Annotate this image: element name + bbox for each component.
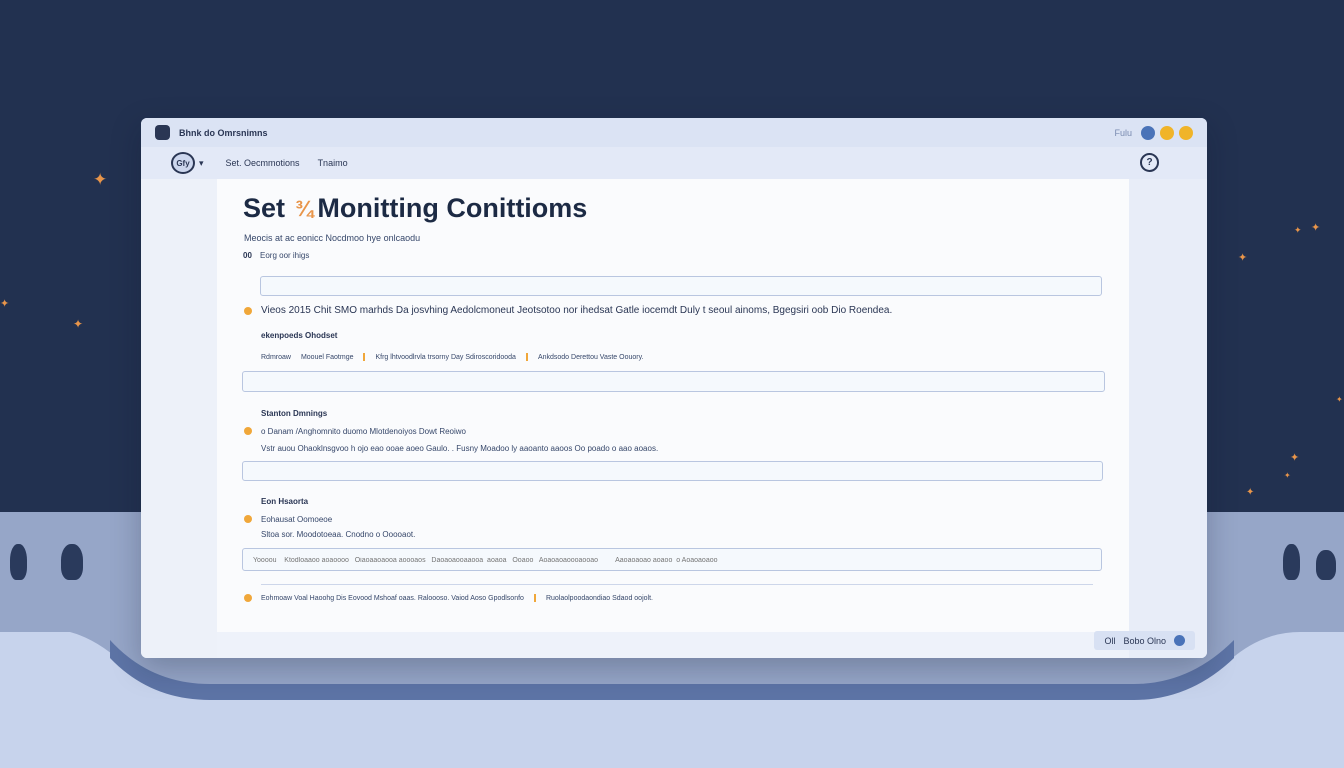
- title-bar: Bhnk do Omrsnimns Fulu: [141, 118, 1207, 147]
- section3-input-field[interactable]: [243, 464, 1102, 483]
- section3-line2: Vstr auou Ohaoklnsgvoo h ojo eao ooae ao…: [261, 444, 659, 453]
- chip-marker: [533, 594, 536, 602]
- app-title: Bhnk do Omrsnimns: [179, 127, 268, 138]
- section1-input[interactable]: [260, 276, 1102, 298]
- section4-input-field[interactable]: [243, 550, 1101, 571]
- sparkle-icon: ✦: [1311, 221, 1321, 234]
- sparkle-icon: ✦: [1336, 395, 1343, 404]
- chip[interactable]: Kfrg lhtvoodlrvla trsorny Day Sdiroscori…: [375, 354, 515, 361]
- section2-bullet: [244, 307, 252, 315]
- section2-description: Vieos 2015 Chit SMO marhds Da josvhing A…: [261, 305, 893, 316]
- toolbar-item[interactable]: Tnaimo: [318, 158, 348, 168]
- section4-input[interactable]: [242, 548, 1102, 571]
- sparkle-icon: ✦: [1246, 487, 1255, 498]
- footer-label: Bobo Olno: [1123, 635, 1166, 646]
- section3-bullet: [244, 427, 252, 435]
- footer-action-button[interactable]: Oll Bobo Olno: [1094, 631, 1195, 650]
- section4-line2: Sltoa sor. Moodotoeaa. Cnodno o Ooooaot.: [261, 530, 416, 539]
- chip[interactable]: Moouel Faotmge: [301, 354, 354, 361]
- section4-bullet: [244, 515, 252, 523]
- app-window: Bhnk do Omrsnimns Fulu Gfy ▾ Set. Oecmmo…: [141, 118, 1207, 658]
- sparkle-icon: ✦: [1238, 251, 1248, 264]
- chip-marker: [525, 353, 528, 361]
- chip[interactable]: Ankdsodo Derettou Vaste Oouory.: [538, 354, 644, 361]
- sparkle-icon: ✦: [93, 170, 108, 190]
- sparkle-icon: ✦: [1294, 226, 1302, 236]
- section3-title: Stanton Dmnings: [261, 409, 328, 418]
- globe-icon: [1174, 635, 1185, 646]
- section3-input[interactable]: [242, 461, 1103, 483]
- window-dot-button[interactable]: [1141, 125, 1155, 140]
- section4-line1: Eohausat Oomoeoe: [261, 515, 333, 524]
- silhouette-figure: [1316, 550, 1336, 580]
- left-rail: [141, 179, 217, 658]
- window-controls: Fulu: [1114, 125, 1193, 140]
- app-icon: [155, 125, 170, 140]
- chip[interactable]: Rdmroaw: [261, 354, 291, 361]
- main-content: Set ¾ Monitting Conittioms Meocis at ac …: [217, 179, 1129, 632]
- sparkle-icon: ✦: [1284, 471, 1291, 480]
- section2-input[interactable]: [242, 371, 1105, 393]
- window-status-text: Fulu: [1114, 127, 1132, 138]
- right-rail: [1129, 179, 1207, 658]
- section5-line: Eohmoaw Voal Haoohg Dis Eovood Mshoaf oa…: [261, 594, 524, 602]
- help-icon[interactable]: ?: [1140, 153, 1159, 172]
- logo-icon[interactable]: Gfy: [171, 152, 195, 174]
- chip-marker: [363, 353, 366, 361]
- sparkle-icon: ✦: [73, 317, 84, 331]
- toolbar-item[interactable]: Set. Oecmmotions: [226, 158, 300, 168]
- page-subtitle: Meocis at ac eonicc Nocdmoo hye onlcaodu: [244, 233, 421, 243]
- section1-input-field[interactable]: [261, 279, 1101, 298]
- page-title: Set ¾ Monitting Conittioms: [243, 193, 588, 223]
- toolbar: Gfy ▾ Set. Oecmmotions Tnaimo ?: [141, 147, 1207, 179]
- section5-row: Eohmoaw Voal Haoohg Dis Eovood Mshoaf oa…: [261, 594, 653, 602]
- section2-input-field[interactable]: [243, 374, 1104, 393]
- section2-chip-row: Rdmroaw Moouel Faotmge Kfrg lhtvoodlrvla…: [261, 353, 644, 361]
- sparkle-icon: ✦: [1290, 451, 1300, 464]
- silhouette-figure: [1283, 544, 1300, 580]
- title-glyph-icon: ¾: [295, 195, 314, 221]
- section5-chip[interactable]: Ruolaolpoodaondiao Sdaod oojolt.: [546, 595, 653, 602]
- section5-bullet: [244, 594, 252, 602]
- section1-label: Eorg oor ihigs: [260, 251, 310, 260]
- footer-label: Oll: [1104, 635, 1116, 646]
- divider: [261, 584, 1093, 585]
- chevron-down-icon[interactable]: ▾: [199, 158, 204, 169]
- section2-sublabel: ekenpoeds Ohodset: [261, 331, 338, 340]
- window-dot-button[interactable]: [1179, 125, 1193, 140]
- sparkle-icon: ✦: [0, 297, 10, 310]
- section3-line1: o Danam /Anghomnito duomo Mlotdenoiyos D…: [261, 427, 466, 436]
- window-dot-button[interactable]: [1160, 125, 1174, 140]
- section4-title: Eon Hsaorta: [261, 497, 309, 506]
- silhouette-figure: [10, 544, 27, 580]
- section1-prefix: 00: [243, 251, 252, 260]
- silhouette-figure: [61, 544, 83, 580]
